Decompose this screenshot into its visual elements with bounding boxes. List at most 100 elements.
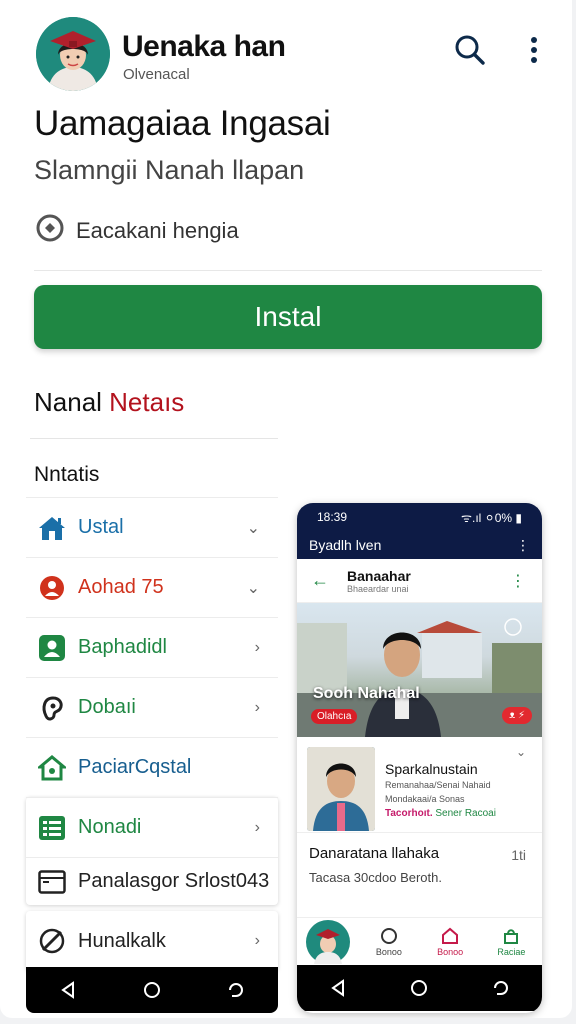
phone-row[interactable]: Danaratana llahaka Tacasa 30cdoo Beroth.… (297, 833, 542, 899)
home-outline-icon (441, 927, 459, 947)
meta-row: Eacakani hengia (36, 214, 239, 248)
phone-list-item[interactable]: Sparkalnustain Remanahaa/Senai Nahaid Mo… (297, 737, 542, 833)
phone-nav-item[interactable]: Raciae (481, 927, 542, 957)
back-icon[interactable] (48, 970, 88, 1010)
phone-item-thumbnail (307, 747, 375, 831)
chevron-right-icon: › (254, 932, 260, 949)
phone-top-row: ← Banaahar Bhaeardar unai ⋮ (297, 559, 542, 603)
list-item-label: Aohad 75 (78, 576, 164, 598)
chevron-down-icon: ⌄ (246, 579, 260, 597)
list-item-label: Dobaıi (78, 696, 136, 718)
list-item-panalasgor[interactable]: Panalasgor Srlost043 (26, 857, 278, 905)
list-item-label: Panalasgor Srlost043 (78, 870, 270, 892)
section-title-accent: Netaıs (109, 387, 185, 417)
list-heading: Nntatis (34, 463, 100, 486)
phone-app-bar: Byadlh lven ⋮ (297, 531, 542, 559)
search-icon (454, 34, 486, 71)
home-circle-icon[interactable] (399, 968, 439, 1008)
page-title: Uamagaiaa Ingasai (34, 104, 331, 143)
app-details-page: Uenaka han Olvenacal Uamagaiaa Ingasai S… (0, 0, 572, 1018)
list-item-dobaii[interactable]: Dobaıi › (26, 677, 278, 737)
phone-item-tag: Tacorhoıt. (385, 808, 433, 819)
phone-app-bar-title: Byadlh lven (309, 537, 382, 553)
list-item-paciarcqstal[interactable]: PaciarCqstal (26, 737, 278, 797)
more-vert-icon[interactable]: ⋮ (516, 537, 530, 554)
system-nav-bar (26, 967, 278, 1013)
divider (34, 270, 542, 271)
phone-nav-item[interactable]: Bonoo (420, 927, 481, 957)
phone-nav-label: Bonoo (375, 946, 402, 957)
list-item-ustal[interactable]: Ustal ⌄ (26, 497, 278, 557)
phone-top-sub: Bhaeardar unai (347, 583, 409, 594)
phone-preview: 18:39 ᯤ.ıl ⚪0% ▮ Byadlh lven ⋮ ← Banaaha… (297, 503, 542, 1013)
list-item-nonadi[interactable]: Nonadi › (26, 797, 278, 857)
chevron-right-icon: › (254, 818, 260, 836)
list-item-label: Nonadi (78, 816, 142, 838)
section-title-main: Nanal (34, 387, 110, 417)
install-button[interactable]: Instal (34, 285, 542, 349)
compass-icon (36, 925, 68, 957)
more-options-button[interactable] (514, 32, 554, 72)
page-subtitle: Slamngii Nanah llapan (34, 155, 305, 185)
meta-text: Eacakani hengia (76, 218, 239, 243)
list-icon (36, 812, 68, 844)
location-icon (36, 572, 68, 604)
ear-icon (36, 692, 68, 724)
phone-row-title: Danaratana llahaka (309, 845, 440, 862)
bag-icon (502, 927, 520, 947)
phone-hero-caption: Sooh Nahahal (313, 685, 420, 702)
phone-item-sub2: Mondakaai/a Sonas (385, 794, 465, 804)
list-item-aohad[interactable]: Aohad 75 ⌄ (26, 557, 278, 617)
contact-icon (36, 632, 68, 664)
phone-bottom-nav: Bonoo Bonoo Raciae (297, 917, 542, 965)
rating-icon (36, 214, 64, 248)
app-developer: Olvenacal (123, 66, 190, 83)
phone-hero-image[interactable]: Sooh Nahahal Olahcıa ᴥ ⚡ (297, 603, 542, 737)
back-icon[interactable] (318, 968, 358, 1008)
chevron-down-icon: ⌄ (246, 519, 260, 537)
section-title: Nanal Netaıs (34, 387, 184, 418)
section-divider (30, 438, 278, 439)
phone-nav-item[interactable]: Bonoo (358, 927, 419, 957)
app-name: Uenaka han (122, 30, 286, 63)
profile-icon (380, 927, 398, 947)
phone-item-tag: Sener Racoai (435, 808, 496, 819)
phone-system-nav (297, 965, 542, 1011)
list-item-hunalkalk[interactable]: Hunalkalk › (26, 911, 278, 971)
chevron-right-icon: › (254, 698, 260, 716)
phone-hero-badge: ᴥ ⚡ (502, 707, 532, 724)
settings-list: Ustal ⌄ Aohad 75 ⌄ Baphadidl › Dobaıi › … (26, 497, 278, 971)
phone-row-count: 1ti (511, 847, 526, 863)
home-icon (36, 512, 68, 544)
app-avatar (36, 17, 110, 91)
list-card-2: Hunalkalk › (26, 911, 278, 971)
phone-time: 18:39 (317, 510, 348, 524)
phone-nav-label: Raciae (497, 946, 526, 957)
more-vert-icon (530, 36, 538, 69)
house-gear-icon (36, 752, 68, 784)
back-arrow-icon[interactable]: ← (311, 570, 329, 591)
search-button[interactable] (450, 32, 490, 72)
list-item-label: Hunalkalk (78, 929, 166, 952)
phone-item-title: Sparkalnustain (385, 761, 478, 777)
phone-item-sub1: Remanahaa/Senai Nahaid (385, 780, 491, 790)
list-item-label: Baphadidl (78, 636, 167, 658)
window-icon (36, 866, 68, 898)
list-card: Nonadi › Panalasgor Srlost043 (26, 797, 278, 905)
recents-icon[interactable] (481, 968, 521, 1008)
phone-status-bar: 18:39 ᯤ.ıl ⚪0% ▮ (297, 503, 542, 531)
home-circle-icon[interactable] (132, 970, 172, 1010)
phone-row-sub: Tacasa 30cdoo Beroth. (309, 870, 442, 885)
phone-nav-label: Bonoo (437, 946, 464, 957)
list-item-baphadidl[interactable]: Baphadidl › (26, 617, 278, 677)
chevron-down-icon[interactable]: ⌄ (516, 745, 526, 759)
phone-top-title: Banaahar (347, 567, 411, 584)
list-item-label: PaciarCqstal (78, 756, 192, 778)
phone-nav-avatar[interactable] (297, 919, 358, 964)
phone-status-icons: ᯤ.ıl ⚪0% ▮ (461, 510, 522, 525)
phone-hero-tag: Olahcıa (311, 709, 358, 724)
more-vert-icon[interactable]: ⋮ (510, 571, 526, 591)
recents-icon[interactable] (216, 970, 256, 1010)
chevron-right-icon: › (254, 638, 260, 656)
list-item-label: Ustal (78, 516, 124, 538)
